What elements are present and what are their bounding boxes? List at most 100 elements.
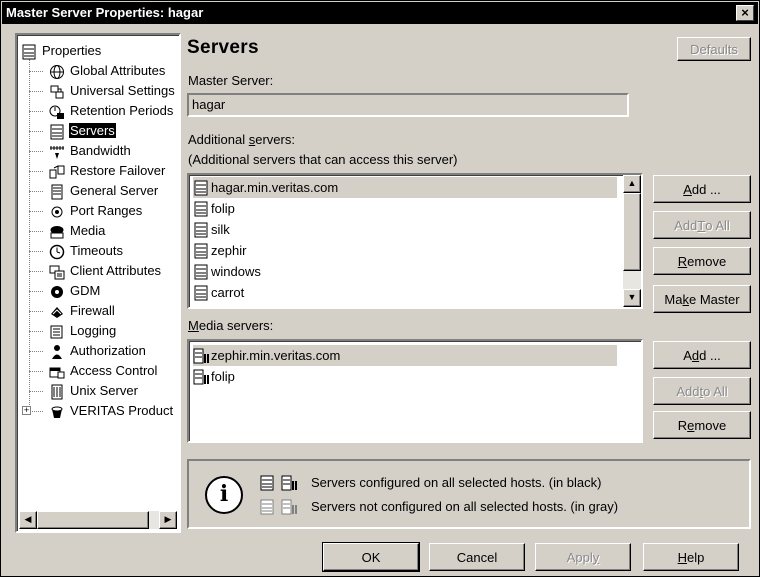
gdm-icon — [49, 284, 65, 298]
tree-item-global-attributes[interactable]: Global Attributes — [49, 61, 166, 81]
tree-connector-branch — [29, 211, 43, 212]
media-servers-list[interactable]: zephir.min.veritas.com folip — [187, 339, 643, 443]
tree-item-label: Universal Settings — [70, 83, 175, 98]
tree-item-unix-server[interactable]: Unix Server — [49, 381, 139, 401]
make-master-button[interactable]: Ma k e Master — [653, 285, 751, 313]
expand-icon[interactable]: + — [22, 406, 31, 415]
list-item-label: folip — [211, 369, 235, 384]
tree-item-logging[interactable]: Logging — [49, 321, 117, 341]
list-item[interactable]: folip — [193, 198, 617, 219]
tree-item-label: Unix Server — [70, 383, 138, 398]
list-item[interactable]: zephir.min.veritas.com — [193, 345, 617, 366]
scroll-left-icon[interactable]: ◀ — [19, 511, 37, 529]
tree-item-label: Restore Failover — [70, 163, 166, 178]
tree-item-label: Bandwidth — [70, 143, 131, 158]
globe-icon — [49, 64, 65, 79]
remove-media-server-button[interactable]: Re move — [653, 411, 751, 439]
server-icon — [193, 264, 209, 280]
scroll-thumb[interactable] — [623, 193, 641, 271]
additional-servers-items: hagar.min.veritas.com folip silk zephir wind… — [189, 177, 621, 307]
ok-button[interactable]: OK — [322, 542, 420, 572]
tree-item-label: Servers — [69, 123, 116, 138]
tree-item-authorization[interactable]: Authorization — [49, 341, 147, 361]
close-icon[interactable]: × — [736, 5, 754, 21]
window-title: Master Server Properties: hagar — [6, 5, 204, 20]
tree-item-restore-failover[interactable]: Restore Failover — [49, 161, 166, 181]
list-item[interactable]: hagar.min.veritas.com — [193, 177, 617, 198]
help-button[interactable]: Help — [643, 543, 739, 571]
add-to-all-button[interactable]: Add To All — [653, 211, 751, 239]
master-server-field: hagar — [187, 93, 629, 117]
server-icon — [21, 44, 37, 60]
tree-horizontal-scrollbar[interactable]: ◀ ▶ — [19, 511, 177, 529]
tree-connector-branch — [29, 131, 43, 132]
veritas-icon — [49, 404, 65, 418]
tree-item-timeouts[interactable]: Timeouts — [49, 241, 124, 261]
list-item[interactable]: silk — [193, 219, 617, 240]
add-server-button[interactable]: Add ... — [653, 175, 751, 203]
general-server-icon — [49, 184, 65, 200]
tree-item-firewall[interactable]: Firewall — [49, 301, 116, 321]
tree-item-universal-settings[interactable]: Universal Settings — [49, 81, 176, 101]
tree-connector-branch — [29, 291, 43, 292]
master-server-properties-dialog: Master Server Properties: hagar × Proper… — [0, 0, 760, 577]
tree-item-general-server[interactable]: General Server — [49, 181, 159, 201]
tree-item-properties[interactable]: Properties — [21, 41, 102, 61]
scroll-down-icon[interactable]: ▼ — [623, 289, 641, 307]
tree-item-label: Client Attributes — [70, 263, 162, 278]
media-server-black-icon — [281, 475, 297, 491]
retention-icon — [49, 104, 65, 119]
tree-item-label: General Server — [70, 183, 159, 198]
universal-settings-icon — [49, 84, 65, 99]
server-icon — [193, 285, 209, 301]
scroll-up-icon[interactable]: ▲ — [623, 175, 641, 193]
tree-item-label: Media — [70, 223, 106, 238]
list-item-label: folip — [211, 201, 235, 216]
tree-item-retention-periods[interactable]: Retention Periods — [49, 101, 174, 121]
defaults-button[interactable]: Defaults — [677, 37, 751, 61]
tree-item-client-attributes[interactable]: Client Attributes — [49, 261, 162, 281]
list-item[interactable]: zephir — [193, 240, 617, 261]
tree-connector-branch — [29, 271, 43, 272]
list-item-label: silk — [211, 222, 230, 237]
tree-item-veritas-product[interactable]: VERITAS Product — [49, 401, 174, 421]
additional-servers-scrollbar[interactable]: ▲ ▼ — [623, 175, 641, 307]
tree-item-label: Timeouts — [70, 243, 123, 258]
server-gray-icon — [260, 499, 274, 515]
scroll-right-icon[interactable]: ▶ — [159, 511, 177, 529]
tree-item-bandwidth[interactable]: Bandwidth — [49, 141, 132, 161]
tree-connector-branch — [29, 71, 43, 72]
restore-failover-icon — [49, 164, 65, 179]
properties-tree[interactable]: Properties Global Attributes Universal Set… — [15, 33, 181, 533]
scroll-thumb[interactable] — [37, 511, 149, 529]
tree-item-label: Firewall — [70, 303, 115, 318]
unix-server-icon — [49, 384, 65, 400]
server-icon — [193, 222, 209, 238]
tree-connector-branch — [29, 351, 43, 352]
add-media-server-button[interactable]: Add ... — [653, 341, 751, 369]
remove-server-button[interactable]: Remove — [653, 247, 751, 275]
server-icon — [193, 243, 209, 259]
tree-item-media[interactable]: Media — [49, 221, 106, 241]
list-item[interactable]: windows — [193, 261, 617, 282]
list-item[interactable]: folip — [193, 366, 617, 387]
tree-connector-branch — [29, 411, 43, 412]
firewall-icon — [49, 304, 65, 318]
tree-item-port-ranges[interactable]: Port Ranges — [49, 201, 143, 221]
add-media-to-all-button[interactable]: Add to All — [653, 377, 751, 405]
tree-item-access-control[interactable]: Access Control — [49, 361, 158, 381]
server-icon — [193, 201, 209, 217]
tree-item-gdm[interactable]: GDM — [49, 281, 101, 301]
tree-connector-branch — [29, 171, 43, 172]
logging-icon — [49, 324, 65, 339]
additional-servers-list[interactable]: hagar.min.veritas.com folip silk zephir wind… — [187, 173, 643, 309]
cancel-button[interactable]: Cancel — [429, 543, 525, 571]
tree-item-servers[interactable]: Servers — [49, 121, 116, 141]
media-servers-label: Media servers: — [188, 318, 274, 333]
server-black-icon — [260, 475, 274, 491]
tree-connector-branch — [29, 151, 43, 152]
list-item[interactable]: carrot — [193, 282, 617, 303]
tree-connector-branch — [29, 311, 43, 312]
apply-button[interactable]: Appl y — [535, 543, 631, 571]
tree-item-label: Global Attributes — [70, 63, 166, 78]
